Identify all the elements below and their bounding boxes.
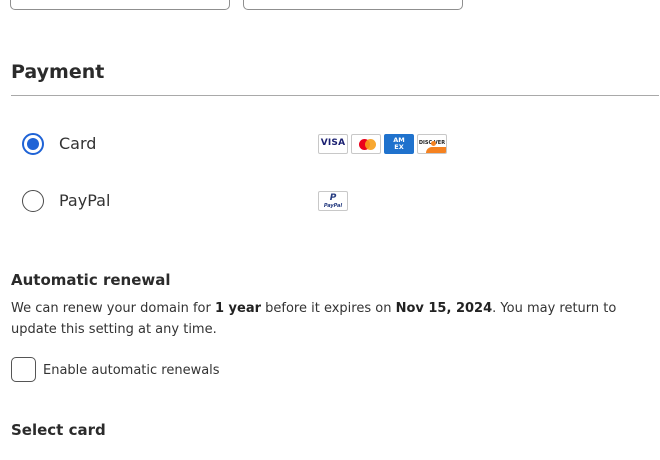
visa-logo-text: VISA [320, 138, 346, 148]
payment-option-card[interactable]: Card VISA AM EX DISC VER [22, 132, 462, 160]
auto-renew-label[interactable]: Enable automatic renewals [43, 363, 220, 378]
visa-logo: VISA [318, 134, 348, 154]
section-divider [11, 95, 659, 96]
paypal-mark: P [329, 193, 337, 203]
card-radio[interactable] [22, 133, 44, 155]
amex-logo-text: AM EX [385, 137, 413, 151]
amex-line2: EX [394, 143, 404, 151]
renewal-text-middle: before it expires on [261, 301, 396, 316]
renewal-description: We can renew your domain for 1 year befo… [11, 298, 659, 340]
paypal-label: PayPal [59, 191, 111, 210]
automatic-renewal-title: Automatic renewal [11, 271, 171, 289]
paypal-logo: P PayPal [318, 191, 348, 211]
card-label: Card [59, 134, 97, 153]
discover-bar [426, 147, 446, 153]
paypal-logo-text: PayPal [323, 203, 343, 209]
renewal-duration: 1 year [214, 301, 262, 316]
discover-dot [431, 141, 436, 146]
select-card-title: Select card [11, 421, 106, 439]
form-field-right[interactable] [243, 0, 463, 10]
payment-page: Payment Card VISA AM EX DISC VER PayPal … [0, 0, 660, 460]
payment-title: Payment [11, 61, 105, 83]
amex-logo: AM EX [384, 134, 414, 154]
mastercard-orange-circle [365, 139, 376, 150]
discover-logo: DISC VER [417, 134, 447, 154]
form-field-left[interactable] [10, 0, 230, 10]
renewal-expiry-date: Nov 15, 2024 [395, 301, 493, 316]
paypal-radio[interactable] [22, 190, 44, 212]
auto-renew-checkbox[interactable] [11, 357, 36, 382]
renewal-text-before: We can renew your domain for [11, 301, 215, 316]
payment-option-paypal[interactable]: PayPal P PayPal [22, 189, 462, 217]
auto-renew-checkbox-row[interactable]: Enable automatic renewals [11, 357, 231, 383]
mastercard-logo [351, 134, 381, 154]
